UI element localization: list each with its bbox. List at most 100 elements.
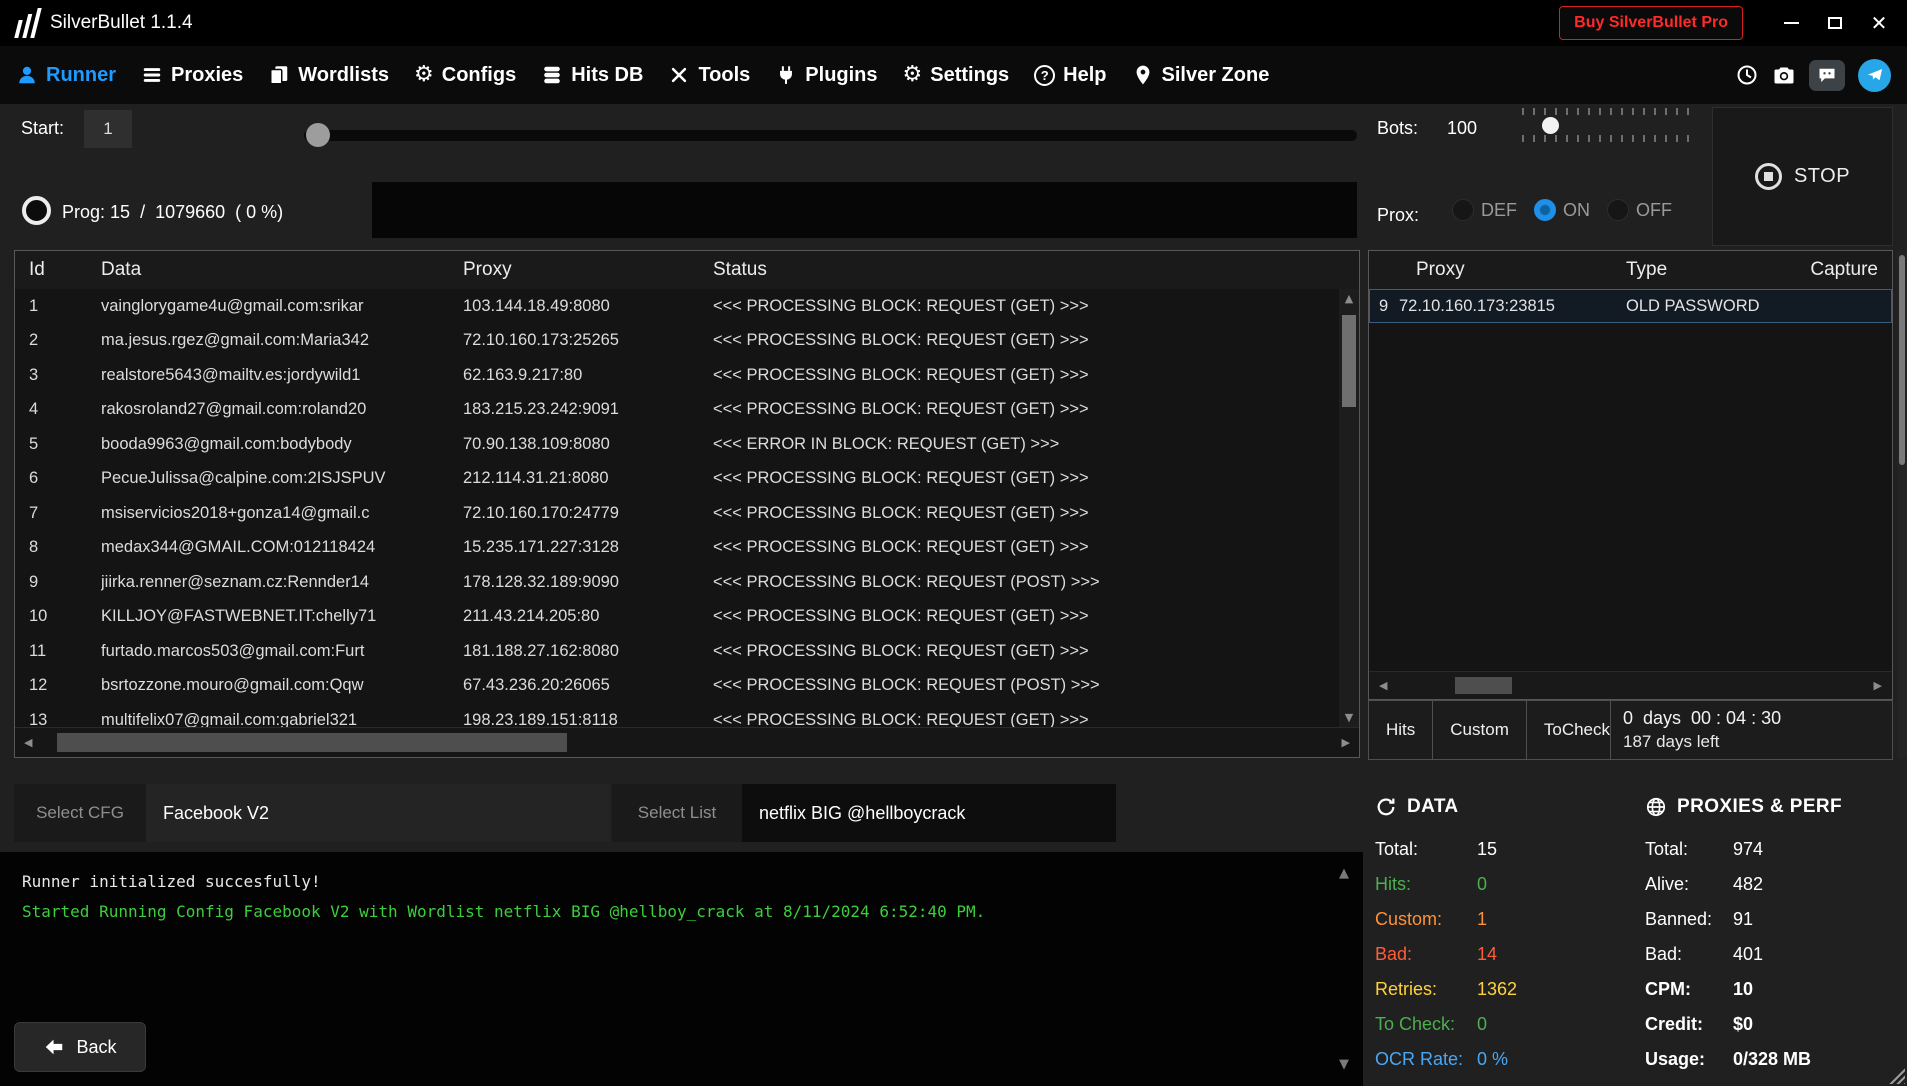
table-row[interactable]: 13multifelix07@gmail.com:gabriel321198.2… [15,703,1339,727]
cell-data: furtado.marcos503@gmail.com:Furt [101,642,463,661]
cell-proxy: 212.114.31.21:8080 [463,469,713,488]
stat-value: 14 [1477,944,1497,965]
scroll-down-icon[interactable]: ▼ [1345,712,1353,723]
slider-handle[interactable] [306,123,330,147]
stat-value: 0/328 MB [1733,1049,1811,1070]
table-row[interactable]: 10KILLJOY@FASTWEBNET.IT:chelly71211.43.2… [15,600,1339,635]
stop-label: STOP [1794,165,1850,188]
back-label: Back [76,1037,116,1058]
stop-icon [1755,163,1782,190]
select-cfg-button[interactable]: Select CFG [14,784,146,842]
prox-option-def[interactable]: DEF [1452,199,1517,221]
table-row[interactable]: 1vainglorygame4u@gmail.com:srikar103.144… [15,289,1339,324]
table-row[interactable]: 4rakosroland27@gmail.com:roland20183.215… [15,393,1339,428]
scroll-right-icon[interactable]: ▶ [1874,680,1882,691]
cell-id: 10 [29,607,101,626]
discord-icon[interactable] [1809,60,1845,91]
nav-item-proxies[interactable]: Proxies [141,64,243,87]
nav-item-runner[interactable]: Runner [16,64,116,87]
log-scroll-down-icon[interactable]: ▼ [1339,1057,1349,1072]
back-button[interactable]: Back [14,1022,146,1072]
selected-wordlist-field[interactable]: netflix BIG @hellboycrack [742,784,1116,842]
start-input[interactable]: 1 [84,110,132,148]
cell-status: <<< PROCESSING BLOCK: REQUEST (GET) >>> [713,642,1339,661]
nav-item-tools[interactable]: Tools [668,64,750,87]
window-edge-scrollbar[interactable] [1897,250,1907,758]
scroll-left-icon[interactable]: ◀ [24,737,32,748]
help-icon: ? [1034,65,1055,86]
table-row[interactable]: 7msiservicios2018+gonza14@gmail.c72.10.1… [15,496,1339,531]
capture-row[interactable]: 972.10.160.173:23815OLD PASSWORD [1369,289,1892,323]
nav-label: Proxies [171,64,243,87]
nav-item-silver-zone[interactable]: Silver Zone [1132,64,1270,87]
scroll-thumb[interactable] [1342,315,1356,407]
cell-proxy: 70.90.138.109:8080 [463,435,713,454]
nav-item-hits-db[interactable]: Hits DB [541,64,643,87]
selected-config-field[interactable]: Facebook V2 [146,784,610,842]
scroll-thumb[interactable] [57,733,567,752]
bots-slider-handle[interactable] [1542,117,1559,134]
cell-status: <<< PROCESSING BLOCK: REQUEST (GET) >>> [713,711,1339,727]
cell-proxy: 103.144.18.49:8080 [463,297,713,316]
scroll-thumb[interactable] [1455,677,1512,694]
results-horizontal-scrollbar[interactable]: ◀ ▶ [15,727,1359,757]
maximize-button[interactable] [1817,6,1853,40]
nav-item-wordlists[interactable]: Wordlists [268,64,389,87]
data-stats-title: DATA [1407,796,1459,818]
cell-status: <<< PROCESSING BLOCK: REQUEST (GET) >>> [713,366,1339,385]
log-lines: Runner initialized succesfully!Started R… [22,867,1319,927]
table-row[interactable]: 2ma.jesus.rgez@gmail.com:Maria34272.10.1… [15,324,1339,359]
back-arrow-icon [43,1036,65,1058]
proxy-stats-header: PROXIES & PERF [1645,792,1897,822]
nav-item-help[interactable]: ? Help [1034,64,1106,87]
minimize-button[interactable] [1773,6,1809,40]
bots-slider[interactable] [1516,104,1698,146]
stat-row: Banned:91 [1645,902,1897,937]
col-header-proxy: Proxy [463,259,713,281]
start-label: Start: [21,118,64,139]
log-scroll-up-icon[interactable]: ▲ [1339,866,1349,881]
cell-id: 13 [29,711,101,727]
table-row[interactable]: 9jiirka.renner@seznam.cz:Rennder14178.12… [15,565,1339,600]
cell-id: 6 [29,469,101,488]
cell-data: ma.jesus.rgez@gmail.com:Maria342 [101,331,463,350]
tab-custom[interactable]: Custom [1432,700,1527,760]
table-row[interactable]: 6PecueJulissa@calpine.com:2ISJSPUV212.11… [15,462,1339,497]
tab-hits[interactable]: Hits [1368,700,1433,760]
scroll-right-icon[interactable]: ▶ [1342,737,1350,748]
cell-status: <<< PROCESSING BLOCK: REQUEST (GET) >>> [713,469,1339,488]
cell-status: <<< PROCESSING BLOCK: REQUEST (POST) >>> [713,573,1339,592]
scroll-thumb[interactable] [1899,255,1905,465]
capture-table-header: Proxy Type Capture [1369,251,1892,289]
camera-icon[interactable] [1772,63,1796,87]
select-list-button[interactable]: Select List [612,784,742,842]
history-icon[interactable] [1735,63,1759,87]
table-row[interactable]: 8medax344@GMAIL.COM:01211842415.235.171.… [15,531,1339,566]
cell-data: msiservicios2018+gonza14@gmail.c [101,504,463,523]
scroll-left-icon[interactable]: ◀ [1379,680,1387,691]
table-row[interactable]: 11furtado.marcos503@gmail.com:Furt181.18… [15,634,1339,669]
scroll-up-icon[interactable]: ▲ [1345,293,1353,304]
results-vertical-scrollbar[interactable]: ▲ ▼ [1339,289,1359,727]
progress-ring-icon [22,196,51,225]
capture-panel: Proxy Type Capture 972.10.160.173:23815O… [1368,250,1893,700]
stop-button[interactable]: STOP [1755,163,1850,190]
buy-pro-button[interactable]: Buy SilverBullet Pro [1559,6,1743,40]
prox-option-on[interactable]: ON [1534,199,1590,221]
table-row[interactable]: 12bsrtozzone.mouro@gmail.com:Qqw67.43.23… [15,669,1339,704]
table-row[interactable]: 3realstore5643@mailtv.es:jordywild162.16… [15,358,1339,393]
cell-data: bsrtozzone.mouro@gmail.com:Qqw [101,676,463,695]
nav-item-plugins[interactable]: Plugins [775,64,877,87]
log-line: Runner initialized succesfully! [22,867,1319,897]
capture-horizontal-scrollbar[interactable]: ◀ ▶ [1369,671,1892,699]
wordlist-position-slider[interactable] [304,122,1357,148]
telegram-icon[interactable] [1858,59,1891,92]
prox-option-off[interactable]: OFF [1607,199,1672,221]
nav-item-settings[interactable]: ⚙ Settings [903,64,1010,87]
close-button[interactable]: ✕ [1861,6,1897,40]
stat-label: Usage: [1645,1049,1733,1070]
minimize-icon [1784,22,1799,24]
table-row[interactable]: 5booda9963@gmail.com:bodybody70.90.138.1… [15,427,1339,462]
nav-item-configs[interactable]: ⚙ Configs [414,64,516,87]
cell-data: KILLJOY@FASTWEBNET.IT:chelly71 [101,607,463,626]
